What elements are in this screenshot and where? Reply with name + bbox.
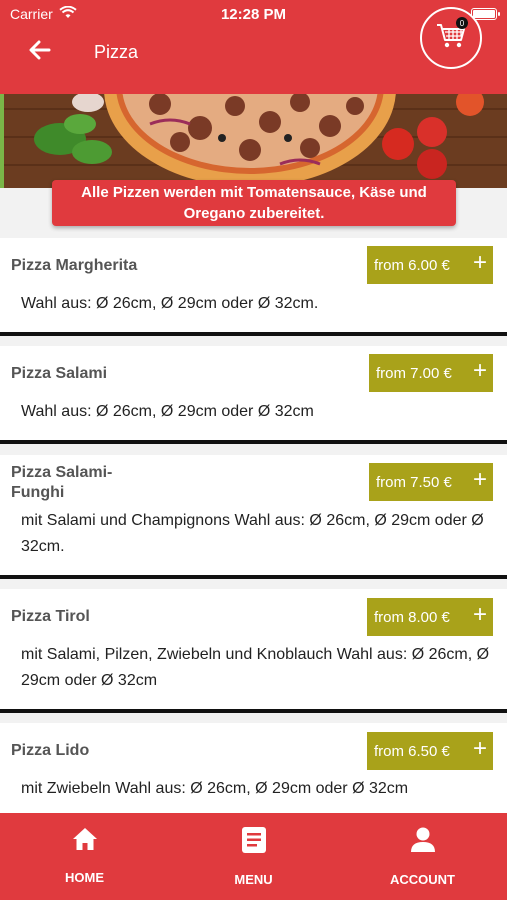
price-label: from 7.50 € (376, 473, 452, 491)
nav-account-label: ACCOUNT (390, 872, 455, 887)
price-label: from 7.00 € (376, 364, 452, 382)
carrier-label: Carrier (10, 6, 53, 22)
plus-icon: + (472, 357, 487, 384)
product-name: Pizza Margherita (11, 257, 138, 274)
price-label: from 6.50 € (374, 742, 450, 760)
add-salami-button[interactable]: from 7.00 € + (369, 354, 493, 392)
app-header: Carrier 12:28 PM Pizza 0 (0, 0, 507, 94)
nav-menu-label: MENU (234, 872, 273, 887)
list-item-margherita[interactable]: Pizza Margherita from 6.00 € + Wahl aus:… (0, 238, 507, 336)
price-label: from 6.00 € (374, 256, 450, 274)
back-arrow-icon (29, 40, 51, 65)
home-icon (72, 827, 98, 856)
price-label: from 8.00 € (374, 608, 450, 626)
product-name-line-1: Pizza Salami- (11, 464, 113, 481)
product-description: mit Salami und Champignons Wahl aus: Ø 2… (21, 512, 484, 555)
product-description: mit Salami, Pilzen, Zwiebeln und Knoblau… (21, 646, 490, 689)
nav-menu[interactable]: MENU (169, 813, 338, 900)
nav-home-label: HOME (65, 870, 104, 885)
account-icon (410, 827, 436, 858)
product-name: Pizza Tirol (11, 608, 90, 625)
back-button[interactable] (20, 32, 60, 72)
menu-icon (241, 827, 266, 858)
product-name: Pizza Salami (11, 365, 108, 382)
add-tirol-button[interactable]: from 8.00 € + (367, 598, 493, 636)
wifi-icon (59, 5, 77, 22)
add-lido-button[interactable]: from 6.50 € + (367, 732, 493, 770)
nav-home[interactable]: HOME (0, 813, 169, 900)
ingredients-notice: Alle Pizzen werden mit Tomatensauce, Käs… (52, 180, 456, 226)
nav-account[interactable]: ACCOUNT (338, 813, 507, 900)
product-description: Wahl aus: Ø 26cm, Ø 29cm oder Ø 32cm (21, 403, 314, 420)
product-name-line-2: Funghi (11, 484, 65, 501)
plus-icon: + (472, 601, 487, 628)
pizza-banner-image (0, 94, 507, 188)
product-description: Wahl aus: Ø 26cm, Ø 29cm oder Ø 32cm. (21, 295, 319, 312)
list-item-salami-funghi[interactable]: Pizza Salami- Funghi from 7.50 € + mit S… (0, 455, 507, 579)
cart-button[interactable]: 0 (420, 7, 482, 69)
notice-line-1: Alle Pizzen werden mit Tomatensauce, Käs… (81, 184, 427, 201)
product-name: Pizza Lido (11, 742, 90, 759)
list-item-salami[interactable]: Pizza Salami from 7.00 € + Wahl aus: Ø 2… (0, 346, 507, 444)
plus-icon: + (472, 249, 487, 276)
plus-icon: + (472, 735, 487, 762)
bottom-navigation: HOME MENU ACCOUNT (0, 813, 507, 900)
cart-count-badge: 0 (456, 17, 468, 29)
list-item-tirol[interactable]: Pizza Tirol from 8.00 € + mit Salami, Pi… (0, 589, 507, 713)
add-salami-funghi-button[interactable]: from 7.50 € + (369, 463, 493, 501)
plus-icon: + (472, 466, 487, 493)
add-margherita-button[interactable]: from 6.00 € + (367, 246, 493, 284)
notice-line-2: Oregano zubereitet. (183, 205, 325, 222)
page-title: Pizza (94, 41, 139, 62)
product-description: mit Zwiebeln Wahl aus: Ø 26cm, Ø 29cm od… (21, 780, 409, 797)
product-name: Pizza Salami- Funghi (11, 463, 112, 503)
